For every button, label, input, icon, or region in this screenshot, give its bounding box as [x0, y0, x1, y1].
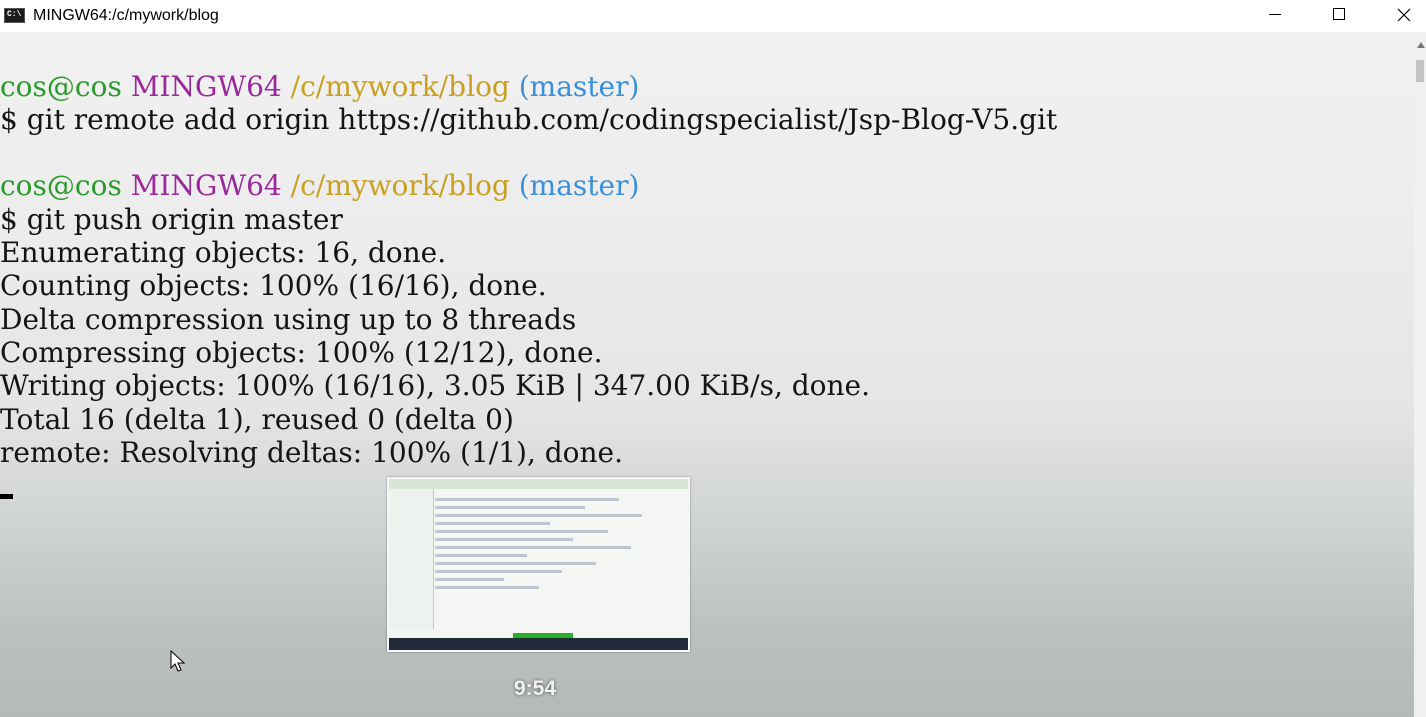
- output-line: remote: Resolving deltas: 100% (1/1), do…: [0, 436, 624, 469]
- output-line: Counting objects: 100% (16/16), done.: [0, 269, 547, 302]
- output-line: Enumerating objects: 16, done.: [0, 236, 447, 269]
- prompt-user: cos@cos: [0, 70, 122, 103]
- preview-image: [389, 479, 688, 650]
- mouse-pointer-icon: [170, 650, 186, 672]
- window-title: MINGW64:/c/mywork/blog: [33, 7, 219, 24]
- output-line: Total 16 (delta 1), reused 0 (delta 0): [0, 403, 514, 436]
- terminal-output[interactable]: cos@cos MINGW64 /c/mywork/blog (master) …: [0, 32, 1414, 717]
- command-line: $ git remote add origin https://github.c…: [0, 103, 1058, 136]
- prompt-branch: (master): [518, 70, 640, 103]
- terminal-app-icon[interactable]: C:\: [4, 8, 25, 23]
- prompt-line: cos@cos MINGW64 /c/mywork/blog (master): [0, 169, 639, 202]
- prompt-host: MINGW64: [130, 70, 282, 103]
- close-icon: [1397, 8, 1411, 22]
- prompt-host: MINGW64: [130, 169, 282, 202]
- output-line: Writing objects: 100% (16/16), 3.05 KiB …: [0, 369, 871, 402]
- output-line: Delta compression using up to 8 threads: [0, 303, 577, 336]
- text-cursor: [0, 494, 13, 499]
- prompt-path: /c/mywork/blog: [290, 70, 510, 103]
- minimize-button[interactable]: [1243, 0, 1307, 32]
- maximize-button[interactable]: [1307, 0, 1371, 32]
- close-button[interactable]: [1371, 0, 1426, 32]
- prompt-line: cos@cos MINGW64 /c/mywork/blog (master): [0, 70, 639, 103]
- prompt-branch: (master): [518, 169, 640, 202]
- command-line: $ git push origin master: [0, 203, 343, 236]
- scroll-up-arrow-icon[interactable]: [1417, 42, 1425, 48]
- output-line: Compressing objects: 100% (12/12), done.: [0, 336, 603, 369]
- video-preview-thumbnail[interactable]: [387, 477, 690, 652]
- title-bar: C:\ MINGW64:/c/mywork/blog: [0, 0, 1426, 32]
- scroll-thumb[interactable]: [1416, 60, 1424, 82]
- preview-timestamp: 9:54: [514, 677, 557, 700]
- prompt-user: cos@cos: [0, 169, 122, 202]
- prompt-path: /c/mywork/blog: [290, 169, 510, 202]
- vertical-scrollbar[interactable]: [1414, 32, 1426, 717]
